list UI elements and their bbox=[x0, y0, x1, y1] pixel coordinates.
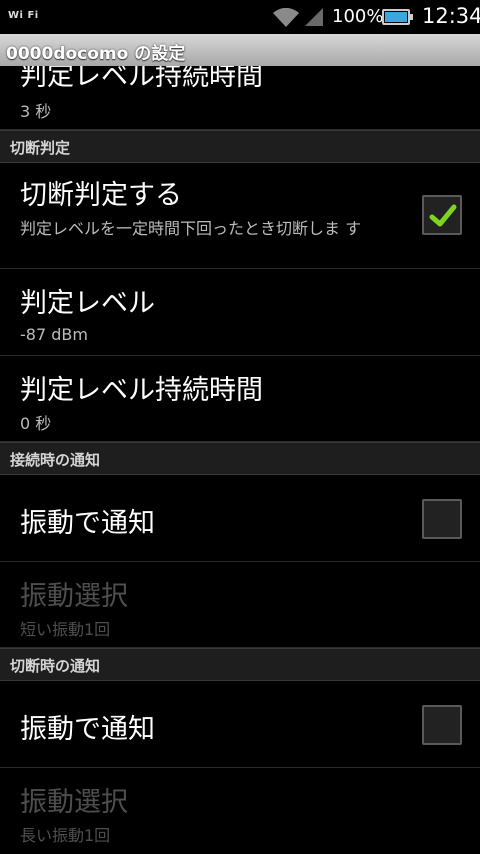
list-item-disconnect-vibrate-select[interactable]: 振動選択 長い振動1回 bbox=[0, 768, 480, 854]
disconnect-vibrate-checkbox[interactable] bbox=[422, 705, 462, 745]
battery-percent: 100% bbox=[332, 6, 384, 27]
list-item-connect-vibrate-select[interactable]: 振動選択 短い振動1回 bbox=[0, 562, 480, 648]
item-title: 振動選択 bbox=[20, 787, 128, 818]
section-header-disconnect-notify: 切断時の通知 bbox=[0, 648, 480, 681]
list-item-prev-duration[interactable]: 判定レベル持続時間 3 秒 bbox=[0, 66, 480, 130]
item-summary: 判定レベルを一定時間下回ったとき切断しま す bbox=[20, 219, 362, 238]
list-item-connect-vibrate[interactable]: 振動で通知 bbox=[0, 475, 480, 562]
status-bar: Wi Fi 100% 12:34 bbox=[0, 0, 480, 34]
item-title: 判定レベル持続時間 bbox=[20, 66, 263, 92]
item-title: 判定レベル bbox=[20, 288, 155, 319]
cell-signal-icon bbox=[305, 8, 323, 26]
item-summary: 短い振動1回 bbox=[20, 620, 111, 639]
item-title: 切断判定する bbox=[20, 180, 182, 211]
item-summary: 長い振動1回 bbox=[20, 826, 111, 845]
section-label: 接続時の通知 bbox=[10, 451, 101, 469]
item-summary: 0 秒 bbox=[20, 414, 52, 433]
section-label: 切断判定 bbox=[10, 139, 71, 157]
connect-vibrate-checkbox[interactable] bbox=[422, 499, 462, 539]
item-title: 振動で通知 bbox=[20, 714, 155, 745]
list-item-cut-enable[interactable]: 切断判定する 判定レベルを一定時間下回ったとき切断しま す bbox=[0, 163, 480, 269]
wifi-signal-icon bbox=[273, 8, 299, 27]
item-summary: 3 秒 bbox=[20, 102, 52, 121]
item-title: 振動選択 bbox=[20, 581, 128, 612]
battery-icon bbox=[382, 9, 413, 25]
cut-enable-checkbox[interactable] bbox=[422, 195, 462, 235]
section-label: 切断時の通知 bbox=[10, 657, 101, 675]
settings-list[interactable]: 判定レベル持続時間 3 秒 切断判定 切断判定する 判定レベルを一定時間下回った… bbox=[0, 66, 480, 854]
page-title: 0000docomo の設定 bbox=[6, 44, 186, 64]
item-title: 振動で通知 bbox=[20, 508, 155, 539]
list-item-disconnect-vibrate[interactable]: 振動で通知 bbox=[0, 681, 480, 768]
title-bar: 0000docomo の設定 bbox=[0, 34, 480, 66]
section-header-connect-notify: 接続時の通知 bbox=[0, 442, 480, 475]
item-title: 判定レベル持続時間 bbox=[20, 375, 263, 406]
item-summary: -87 dBm bbox=[20, 325, 88, 344]
list-item-cut-duration[interactable]: 判定レベル持続時間 0 秒 bbox=[0, 356, 480, 442]
wifi-badge-label: Wi Fi bbox=[8, 10, 39, 21]
section-header-cut: 切断判定 bbox=[0, 130, 480, 163]
list-item-cut-level[interactable]: 判定レベル -87 dBm bbox=[0, 269, 480, 356]
check-mark-icon bbox=[429, 204, 457, 227]
clock: 12:34 bbox=[422, 4, 480, 28]
